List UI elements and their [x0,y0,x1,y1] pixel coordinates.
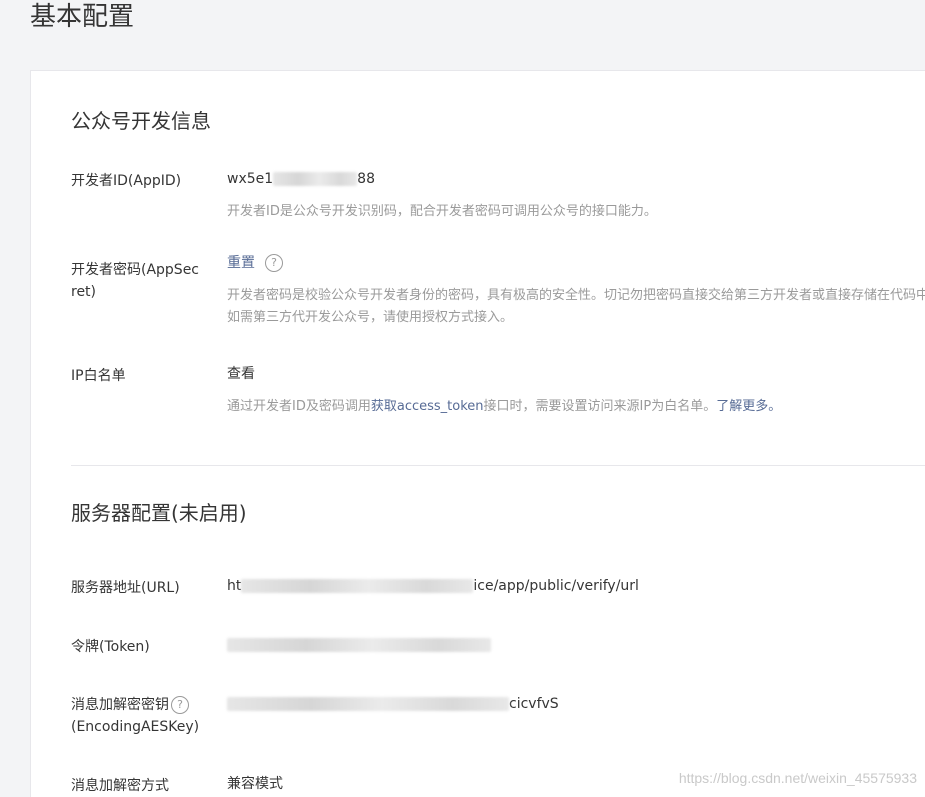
ip-whitelist-desc: 通过开发者ID及密码调用获取access_token接口时，需要设置访问来源IP… [227,396,925,418]
section-divider [71,465,925,466]
reset-secret-link[interactable]: 重置 [227,255,255,271]
token-value [227,634,491,656]
watermark: https://blog.csdn.net/weixin_45575933 [679,770,917,786]
aeskey-suffix: cicvfvS [509,696,559,712]
help-icon[interactable]: ? [265,254,283,272]
appid-desc: 开发者ID是公众号开发识别码，配合开发者密码可调用公众号的接口能力。 [227,201,925,223]
aeskey-label-line1: 消息加解密密钥 [71,697,169,713]
appsecret-desc: 开发者密码是校验公众号开发者身份的密码，具有极高的安全性。切记勿把密码直接交给第… [227,285,925,329]
server-config-title: 服务器配置(未启用) [71,499,247,527]
url-redacted [241,579,473,593]
page-title: 基本配置 [30,0,134,34]
token-redacted [227,638,491,652]
aeskey-label: 消息加解密密钥? (EncodingAESKey) [71,694,231,738]
appid-label: 开发者ID(AppID) [71,170,211,192]
developer-info-title: 公众号开发信息 [71,107,211,135]
token-label: 令牌(Token) [71,636,211,658]
learn-more-link[interactable]: 了解更多。 [716,399,781,414]
encrypt-mode-label: 消息加解密方式 [71,775,211,797]
appsecret-row: 重置? [227,252,283,274]
server-url-value: ht ice/app/public/verify/url [227,575,639,597]
url-suffix: ice/app/public/verify/url [473,578,639,594]
ip-desc-part2: 接口时，需要设置访问来源IP为白名单。 [484,399,717,414]
config-card: 公众号开发信息 开发者ID(AppID) wx5e1 88 开发者ID是公众号开发… [30,70,925,797]
access-token-link[interactable]: 获取access_token [371,399,484,414]
ip-desc-part1: 通过开发者ID及密码调用 [227,399,371,414]
view-whitelist-link[interactable]: 查看 [227,366,255,382]
url-prefix: ht [227,578,241,594]
aeskey-redacted [227,697,509,711]
appid-value-suffix: 88 [357,171,375,187]
aeskey-value: cicvfvS [227,693,559,715]
aeskey-label-line2: (EncodingAESKey) [71,719,199,735]
encrypt-mode-value: 兼容模式 [227,773,283,795]
appsecret-label: 开发者密码(AppSecret) [71,259,201,303]
server-url-label: 服务器地址(URL) [71,577,211,599]
ip-whitelist-label: IP白名单 [71,365,211,387]
appid-value-prefix: wx5e1 [227,171,273,187]
appid-value: wx5e1 88 [227,168,375,190]
appid-redacted [273,172,357,186]
ip-whitelist-row: 查看 [227,363,255,385]
help-icon[interactable]: ? [171,696,189,714]
